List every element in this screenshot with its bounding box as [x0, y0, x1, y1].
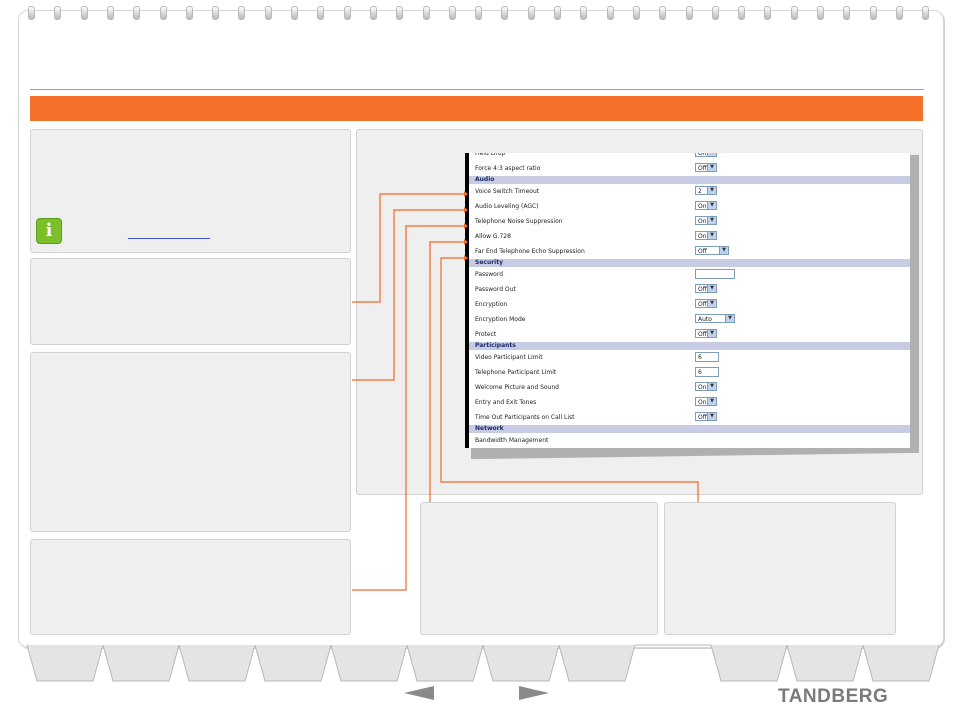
chapter-tab[interactable]: [102, 644, 180, 682]
chapter-tab[interactable]: [178, 644, 256, 682]
chapter-tab[interactable]: [862, 644, 940, 682]
brand-logo: TANDBERG: [778, 686, 889, 707]
right-arrow-icon[interactable]: [519, 686, 549, 700]
chapter-tab[interactable]: [710, 644, 788, 682]
chapter-tab[interactable]: [330, 644, 408, 682]
chapter-tab[interactable]: [254, 644, 332, 682]
left-arrow-icon[interactable]: [404, 686, 434, 700]
chapter-tab[interactable]: [558, 644, 636, 682]
chapter-tab[interactable]: [786, 644, 864, 682]
chapter-tab[interactable]: [482, 644, 560, 682]
chapter-tab[interactable]: [406, 644, 484, 682]
chapter-tab[interactable]: [26, 644, 104, 682]
